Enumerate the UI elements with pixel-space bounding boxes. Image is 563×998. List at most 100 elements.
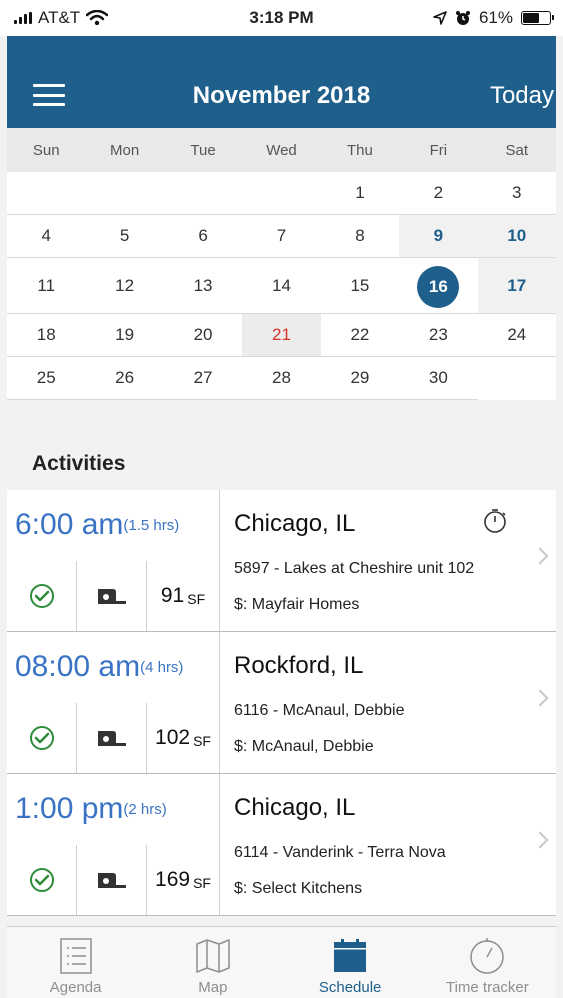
calendar-day[interactable]: 28 [242, 357, 321, 400]
activity-summary: 08:00 am (4 hrs) 102 SF [7, 632, 220, 773]
calendar-day[interactable]: 13 [164, 258, 242, 313]
activity-tools: 91 SF [7, 560, 219, 632]
weekday-row: Sun Mon Tue Wed Thu Fri Sat [7, 128, 556, 172]
calendar-day[interactable]: 12 [85, 258, 163, 313]
tape-measure-icon[interactable] [77, 702, 147, 773]
agenda-icon [59, 933, 93, 979]
activity-row[interactable]: 08:00 am (4 hrs) 102 SF Rockford, IL 6116 - M… [7, 632, 556, 774]
calendar-day[interactable]: 20 [164, 314, 242, 356]
month-calendar: Sun Mon Tue Wed Thu Fri Sat 1 2 3 4 5 6 7 8 9 10 11 12 13 1… [7, 128, 556, 400]
activity-time: 08:00 am (4 hrs) [7, 632, 219, 703]
calendar-day[interactable]: 5 [85, 215, 163, 257]
status-right-group: 61% [433, 8, 554, 28]
battery-percent: 61% [478, 8, 513, 27]
activity-area: 169 SF [147, 845, 219, 916]
area-unit: SF [193, 732, 211, 749]
calendar-day[interactable]: 23 [399, 314, 477, 356]
tab-schedule[interactable]: Schedule [282, 927, 419, 998]
calendar-day[interactable]: 8 [321, 215, 399, 257]
activity-city: Rockford, IL [234, 652, 364, 679]
alarm-icon [455, 11, 470, 25]
today-button[interactable]: Today [490, 82, 554, 110]
tab-bar: Agenda Map Schedule Time tracker [7, 926, 556, 998]
calendar-empty-cell [85, 172, 163, 214]
activity-client: $: Select Kitchens [234, 880, 363, 897]
weekday-label: Sat [505, 141, 529, 159]
calendar-day[interactable]: 7 [242, 215, 320, 257]
activity-area: 91 SF [147, 561, 219, 632]
check-circle-icon[interactable] [7, 844, 77, 915]
activity-start-time: 6:00 am [15, 508, 124, 542]
chevron-right-icon [531, 689, 549, 707]
activity-row[interactable]: 1:00 pm (2 hrs) 169 SF Chicago, IL 6114 - Van… [7, 774, 556, 916]
calendar-empty-cell [242, 172, 320, 214]
calendar-day[interactable]: 2 [399, 172, 477, 214]
calendar-day[interactable]: 3 [478, 172, 556, 214]
calendar-day[interactable]: 11 [7, 258, 85, 313]
selected-day-circle: 16 [417, 266, 460, 308]
tab-time-tracker[interactable]: Time tracker [419, 927, 556, 998]
calendar-day[interactable]: 26 [85, 357, 164, 400]
calendar-day[interactable]: 24 [478, 314, 556, 356]
activity-details: Rockford, IL 6116 - McAnaul, Debbie $: McA… [220, 632, 556, 773]
calendar-day[interactable]: 22 [321, 314, 399, 356]
activity-job: 6116 - McAnaul, Debbie [234, 702, 405, 719]
battery-icon [521, 11, 554, 25]
calendar-day[interactable]: 6 [164, 215, 242, 257]
chevron-right-icon [531, 831, 549, 849]
activity-client: $: Mayfair Homes [234, 596, 360, 613]
weekday-label: Tue [190, 141, 216, 159]
month-title: November 2018 [192, 82, 371, 109]
calendar-grid: 1 2 3 4 5 6 7 8 9 10 11 12 13 14 15 16 17 18 19 20 21 22 23 24 2… [7, 172, 556, 400]
tape-measure-icon[interactable] [77, 560, 147, 631]
calendar-day[interactable]: 1 [321, 172, 399, 214]
calendar-day[interactable]: 15 [321, 258, 399, 313]
map-icon [195, 933, 231, 979]
activity-job: 5897 - Lakes at Cheshire unit 102 [234, 560, 475, 577]
activity-duration: (1.5 hrs) [123, 516, 180, 534]
calendar-day[interactable]: 25 [7, 357, 86, 400]
chevron-right-icon [531, 547, 549, 565]
activity-city: Chicago, IL [234, 510, 356, 537]
tab-map[interactable]: Map [144, 927, 281, 998]
calendar-day[interactable]: 16 [399, 258, 477, 313]
stopwatch-icon[interactable] [482, 508, 508, 539]
calendar-week-row: 4 5 6 7 8 9 10 [7, 215, 556, 258]
calendar-week-row: 123 [7, 172, 556, 215]
check-circle-icon[interactable] [7, 560, 77, 631]
calendar-empty-cell [478, 357, 556, 400]
activity-details: Chicago, IL 6114 - Vanderink - Terra Nova… [220, 774, 556, 915]
calendar-day[interactable]: 9 [399, 215, 478, 257]
calendar-day[interactable]: 19 [85, 314, 163, 356]
tab-agenda[interactable]: Agenda [7, 927, 144, 998]
calendar-day[interactable]: 10 [477, 215, 556, 257]
calendar-day[interactable]: 4 [7, 215, 85, 257]
tape-measure-icon[interactable] [77, 844, 147, 915]
calendar-week-row: 18 19 20 21 22 23 24 [7, 314, 556, 357]
check-circle-icon[interactable] [7, 702, 77, 773]
activity-start-time: 1:00 pm [15, 792, 124, 826]
tab-schedule-label: Schedule [318, 979, 382, 996]
calendar-day[interactable]: 14 [242, 258, 320, 313]
activity-time: 6:00 am (1.5 hrs) [7, 490, 219, 561]
activity-tools: 102 SF [7, 702, 219, 773]
calendar-day[interactable]: 17 [477, 258, 556, 313]
activity-job: 6114 - Vanderink - Terra Nova [234, 844, 446, 861]
activity-duration: (2 hrs) [123, 800, 167, 818]
area-value: 91 [160, 583, 185, 607]
calendar-day[interactable]: 30 [399, 357, 478, 400]
calendar-day[interactable]: 29 [320, 357, 400, 400]
activity-start-time: 08:00 am [15, 650, 141, 684]
activity-client: $: McAnaul, Debbie [234, 738, 374, 755]
status-bar: AT&T 3:18 PM 61% [0, 0, 563, 36]
activity-summary: 1:00 pm (2 hrs) 169 SF [7, 774, 220, 915]
weekday-label: Thu [346, 141, 373, 159]
stopwatch-icon [468, 933, 506, 979]
activity-city: Chicago, IL [234, 794, 356, 821]
activity-row[interactable]: 6:00 am (1.5 hrs) 91 SF Chicago, IL 5897 - La… [7, 490, 556, 632]
calendar-icon [332, 933, 368, 979]
calendar-day[interactable]: 18 [7, 314, 85, 356]
calendar-day[interactable]: 21 [242, 314, 321, 356]
area-unit: SF [193, 874, 211, 891]
calendar-day[interactable]: 27 [163, 357, 243, 400]
